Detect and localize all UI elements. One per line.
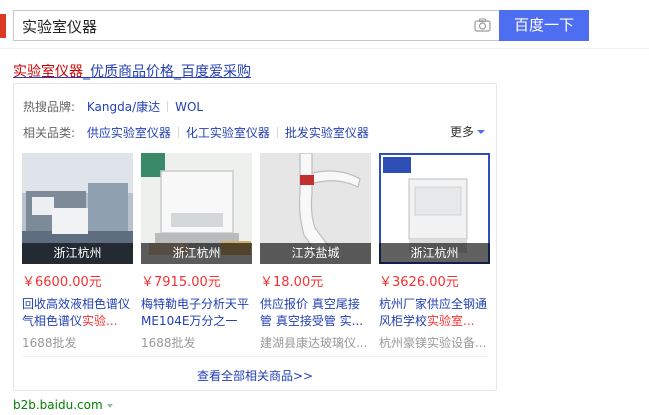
- more-button[interactable]: 更多: [450, 123, 485, 140]
- product-item[interactable]: 江苏盐城 ￥18.00元 供应报价 真空尾接管 真空接受管 实... 建湖县康达…: [260, 153, 371, 351]
- hot-brands-label: 热搜品牌:: [23, 100, 76, 114]
- result-title-rest[interactable]: _优质商品价格_百度爱采购: [83, 64, 251, 80]
- product-image[interactable]: 浙江杭州: [22, 153, 133, 264]
- view-all-products-link[interactable]: 查看全部相关商品>>: [14, 367, 496, 384]
- result-card: 热搜品牌: Kangda/康达 WOL 相关品类: 供应实验室仪器 化工实验室仪器 批…: [13, 83, 497, 391]
- brand-link-kangda[interactable]: Kangda/康达: [87, 100, 160, 114]
- result-title-highlight[interactable]: 实验室仪器: [13, 64, 83, 80]
- product-price: ￥7915.00元: [141, 275, 221, 290]
- product-item[interactable]: 浙江杭州 ￥3626.00元 杭州厂家供应全钢通风柜学校实验室... 杭州豪镁实…: [379, 153, 490, 351]
- product-source: 1688批发: [22, 336, 77, 350]
- product-item[interactable]: 浙江杭州 ￥6600.00元 回收高效液相色谱仪气相色谱仪实验... 1688批…: [22, 153, 133, 351]
- header-divider: [0, 48, 649, 49]
- separator: [177, 127, 179, 138]
- product-image[interactable]: 浙江杭州: [141, 153, 252, 264]
- separator: [276, 127, 278, 138]
- product-title[interactable]: 梅特勒电子分析天平ME104E万分之一: [141, 296, 252, 330]
- product-price: ￥3626.00元: [379, 275, 459, 290]
- chevron-down-icon[interactable]: [477, 130, 485, 134]
- related-link-chemical[interactable]: 化工实验室仪器: [186, 126, 270, 140]
- result-title-link[interactable]: 实验室仪器_优质商品价格_百度爱采购: [13, 61, 251, 81]
- product-price: ￥6600.00元: [22, 275, 102, 290]
- product-source: 建湖县康达玻璃仪...: [260, 336, 368, 350]
- separator: [167, 101, 169, 112]
- product-title[interactable]: 杭州厂家供应全钢通风柜学校实验室...: [379, 296, 490, 330]
- product-location: 浙江杭州: [141, 243, 252, 264]
- card-divider: [22, 356, 488, 357]
- related-label: 相关品类:: [23, 126, 76, 140]
- product-title[interactable]: 供应报价 真空尾接管 真空接受管 实...: [260, 296, 371, 330]
- camera-icon[interactable]: [474, 18, 491, 32]
- product-image[interactable]: 江苏盐城: [260, 153, 371, 264]
- product-source: 杭州豪镁实验设备...: [379, 336, 487, 350]
- related-link-wholesale[interactable]: 批发实验室仪器: [285, 126, 369, 140]
- product-title[interactable]: 回收高效液相色谱仪气相色谱仪实验...: [22, 296, 133, 330]
- hot-brands-row: 热搜品牌: Kangda/康达 WOL: [23, 98, 203, 115]
- product-image[interactable]: 浙江杭州: [379, 153, 490, 264]
- product-source: 1688批发: [141, 336, 196, 350]
- baidu-logo-edge: [0, 14, 6, 38]
- product-location: 浙江杭州: [22, 243, 133, 264]
- search-box[interactable]: 实验室仪器: [13, 10, 499, 41]
- product-item[interactable]: 浙江杭州 ￥7915.00元 梅特勒电子分析天平ME104E万分之一 1688批…: [141, 153, 252, 351]
- result-url-text[interactable]: b2b.baidu.com: [13, 398, 103, 412]
- search-button[interactable]: 百度一下: [499, 10, 589, 41]
- chevron-down-icon[interactable]: [106, 404, 113, 408]
- result-url[interactable]: b2b.baidu.com: [13, 398, 113, 412]
- product-list: 浙江杭州 ￥6600.00元 回收高效液相色谱仪气相色谱仪实验... 1688批…: [22, 153, 492, 351]
- product-location: 浙江杭州: [379, 243, 490, 264]
- product-location: 江苏盐城: [260, 243, 371, 264]
- brand-link-wol[interactable]: WOL: [175, 100, 203, 114]
- more-label[interactable]: 更多: [450, 125, 474, 139]
- search-input[interactable]: 实验室仪器: [22, 16, 97, 37]
- product-price: ￥18.00元: [260, 275, 324, 290]
- related-link-supply[interactable]: 供应实验室仪器: [87, 126, 171, 140]
- related-row: 相关品类: 供应实验室仪器 化工实验室仪器 批发实验室仪器: [23, 124, 369, 141]
